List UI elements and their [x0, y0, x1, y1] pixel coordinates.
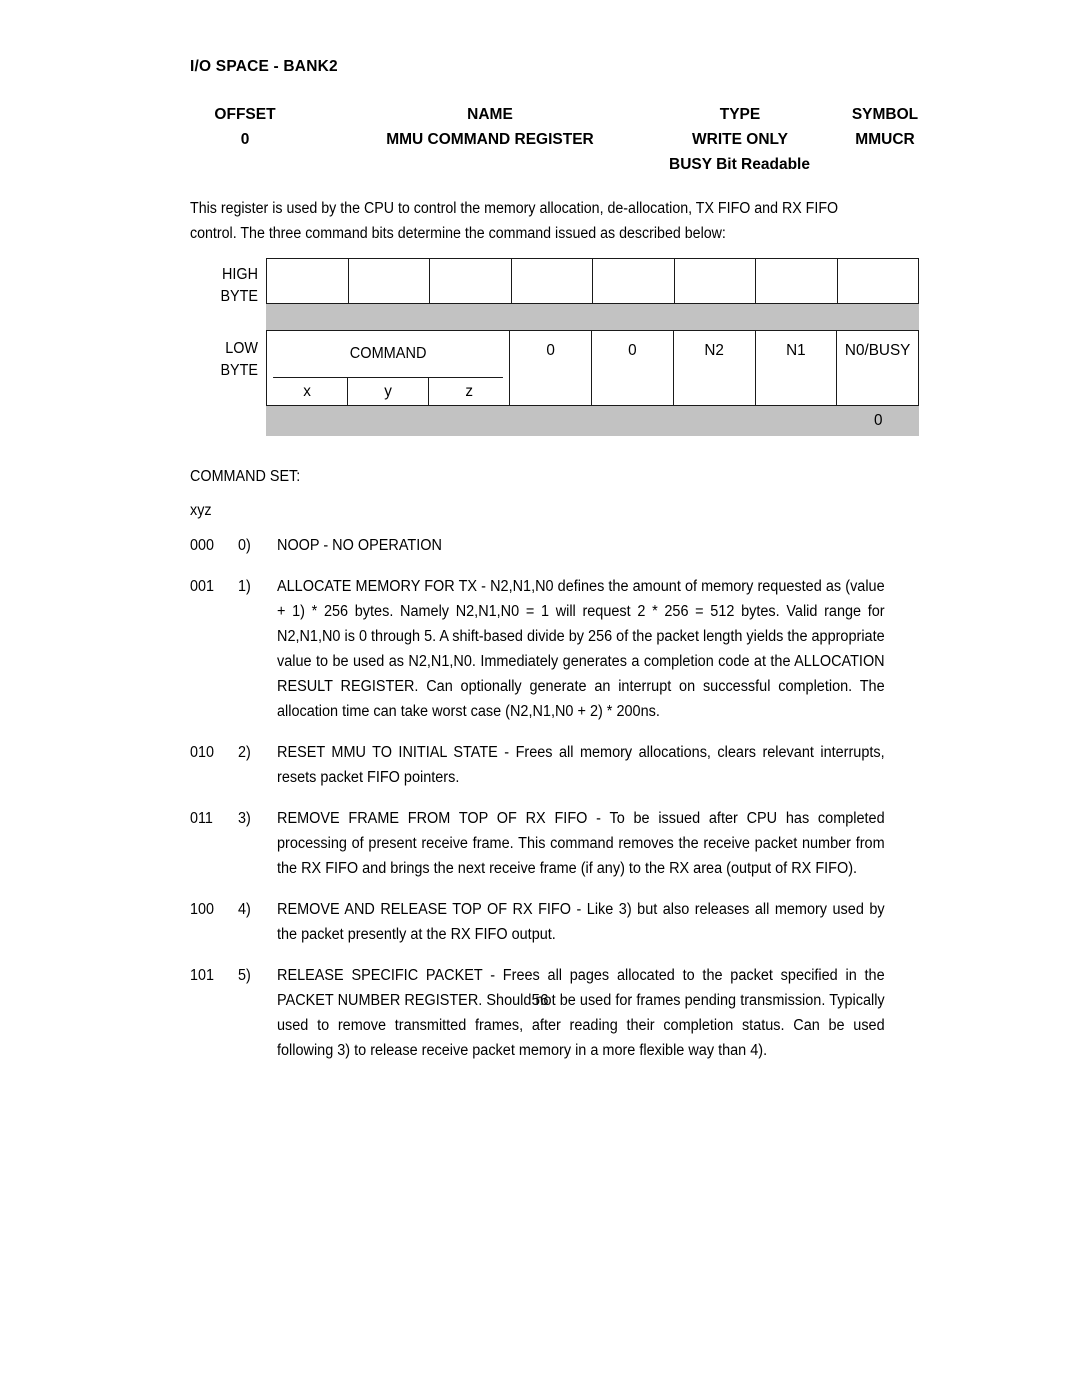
- register-header-column-row: OFFSET NAME TYPE SYMBOL: [190, 106, 920, 131]
- gray-separator-band-upper: [266, 304, 919, 330]
- list-item: 011 3) REMOVE FRAME FROM TOP OF RX FIFO …: [190, 806, 920, 881]
- page-number: 56: [531, 992, 549, 1009]
- command-description: RELEASE SPECIFIC PACKET - Frees all page…: [277, 967, 885, 1059]
- header-type-label: TYPE: [719, 106, 761, 123]
- command-set-title: COMMAND SET:: [190, 468, 301, 485]
- command-index: 2): [238, 744, 251, 761]
- value-type: WRITE ONLY: [692, 131, 788, 148]
- command-subfield-x: x: [267, 378, 349, 405]
- intro-line-1: This register is used by the CPU to cont…: [190, 200, 839, 217]
- command-index: 5): [238, 967, 251, 984]
- value-name: MMU COMMAND REGISTER: [386, 131, 594, 148]
- command-set-bits-header: xyz: [190, 502, 212, 519]
- command-description: REMOVE AND RELEASE TOP OF RX FIFO - Like…: [277, 901, 885, 943]
- command-bits: 011: [190, 810, 213, 827]
- register-header-note-row: BUSY Bit Readable: [190, 156, 920, 181]
- bank-title: I/O SPACE - BANK2: [190, 58, 338, 75]
- register-header-value-row: 0 MMU COMMAND REGISTER WRITE ONLY MMUCR: [190, 131, 920, 156]
- intro-line-2: control. The three command bits determin…: [190, 225, 726, 242]
- header-name-label: NAME: [467, 106, 513, 123]
- command-subfield-y: y: [348, 378, 430, 405]
- command-description: RESET MMU TO INITIAL STATE - Frees all m…: [277, 744, 885, 786]
- command-subfield-row: x y z: [267, 378, 509, 405]
- gray-separator-band-lower: 0: [266, 406, 919, 436]
- bitfield-table: COMMAND x y z 0 0 N2 N1 N0/BUSY 0: [266, 258, 919, 436]
- high-byte-bit-cell: [349, 259, 430, 303]
- high-byte-bit-cell: [756, 259, 838, 303]
- low-byte-label: LOW BYTE: [194, 338, 258, 382]
- low-byte-bit-cell-0: 0: [510, 331, 592, 405]
- header-symbol-label: SYMBOL: [851, 106, 919, 123]
- command-description: ALLOCATE MEMORY FOR TX - N2,N1,N0 define…: [277, 578, 885, 720]
- command-bits: 001: [190, 578, 214, 595]
- command-bits: 010: [190, 744, 214, 761]
- list-item: 101 5) RELEASE SPECIFIC PACKET - Frees a…: [190, 963, 920, 1063]
- command-index: 3): [238, 810, 251, 827]
- list-item: 100 4) REMOVE AND RELEASE TOP OF RX FIFO…: [190, 897, 920, 947]
- command-subfield-z: z: [465, 382, 474, 400]
- list-item: 000 0) NOOP - NO OPERATION: [190, 533, 920, 558]
- header-offset-label: OFFSET: [214, 106, 276, 123]
- value-symbol: MMUCR: [855, 131, 915, 148]
- high-byte-bit-cell: [838, 259, 919, 303]
- low-byte-bit-cell-n1: N1: [756, 331, 838, 405]
- command-field-label: COMMAND: [273, 331, 504, 378]
- high-byte-bit-cell: [593, 259, 675, 303]
- high-byte-label-line-2: BYTE: [220, 288, 258, 305]
- high-byte-bit-cell: [430, 259, 512, 303]
- command-index: 1): [238, 578, 251, 595]
- bottom-band-bit-value: 0: [873, 412, 883, 429]
- command-index: 4): [238, 901, 251, 918]
- value-offset: 0: [240, 131, 250, 148]
- low-byte-label-line-1: LOW: [225, 340, 258, 357]
- command-index: 0): [238, 537, 251, 554]
- high-byte-bit-cell: [512, 259, 593, 303]
- low-byte-row: COMMAND x y z 0 0 N2 N1 N0/BUSY: [266, 330, 919, 406]
- command-field-group: COMMAND x y z: [267, 331, 511, 405]
- command-bits: 000: [190, 537, 214, 554]
- high-byte-label-line-1: HIGH: [222, 266, 258, 283]
- register-header-table: OFFSET NAME TYPE SYMBOL 0 MMU COMMAND RE…: [190, 106, 920, 181]
- low-byte-bit-cell-n0-busy: N0/BUSY: [837, 331, 919, 405]
- intro-paragraph: This register is used by the CPU to cont…: [190, 196, 868, 246]
- list-item: 001 1) ALLOCATE MEMORY FOR TX - N2,N1,N0…: [190, 574, 920, 724]
- command-description: NOOP - NO OPERATION: [277, 537, 442, 554]
- busy-bit-readable-note: BUSY Bit Readable: [669, 156, 810, 173]
- low-byte-bit-cell-1: 0: [592, 331, 674, 405]
- command-bits: 100: [190, 901, 214, 918]
- high-byte-label: HIGH BYTE: [194, 264, 258, 308]
- command-description: REMOVE FRAME FROM TOP OF RX FIFO - To be…: [277, 810, 885, 877]
- low-byte-label-line-2: BYTE: [220, 362, 258, 379]
- low-byte-bit-cell-n2: N2: [674, 331, 756, 405]
- high-byte-row: [266, 258, 919, 304]
- document-page: I/O SPACE - BANK2 OFFSET NAME TYPE SYMBO…: [0, 0, 1080, 1397]
- list-item: 010 2) RESET MMU TO INITIAL STATE - Free…: [190, 740, 920, 790]
- command-bits: 101: [190, 967, 214, 984]
- high-byte-bit-cell: [675, 259, 756, 303]
- high-byte-bit-cell: [267, 259, 349, 303]
